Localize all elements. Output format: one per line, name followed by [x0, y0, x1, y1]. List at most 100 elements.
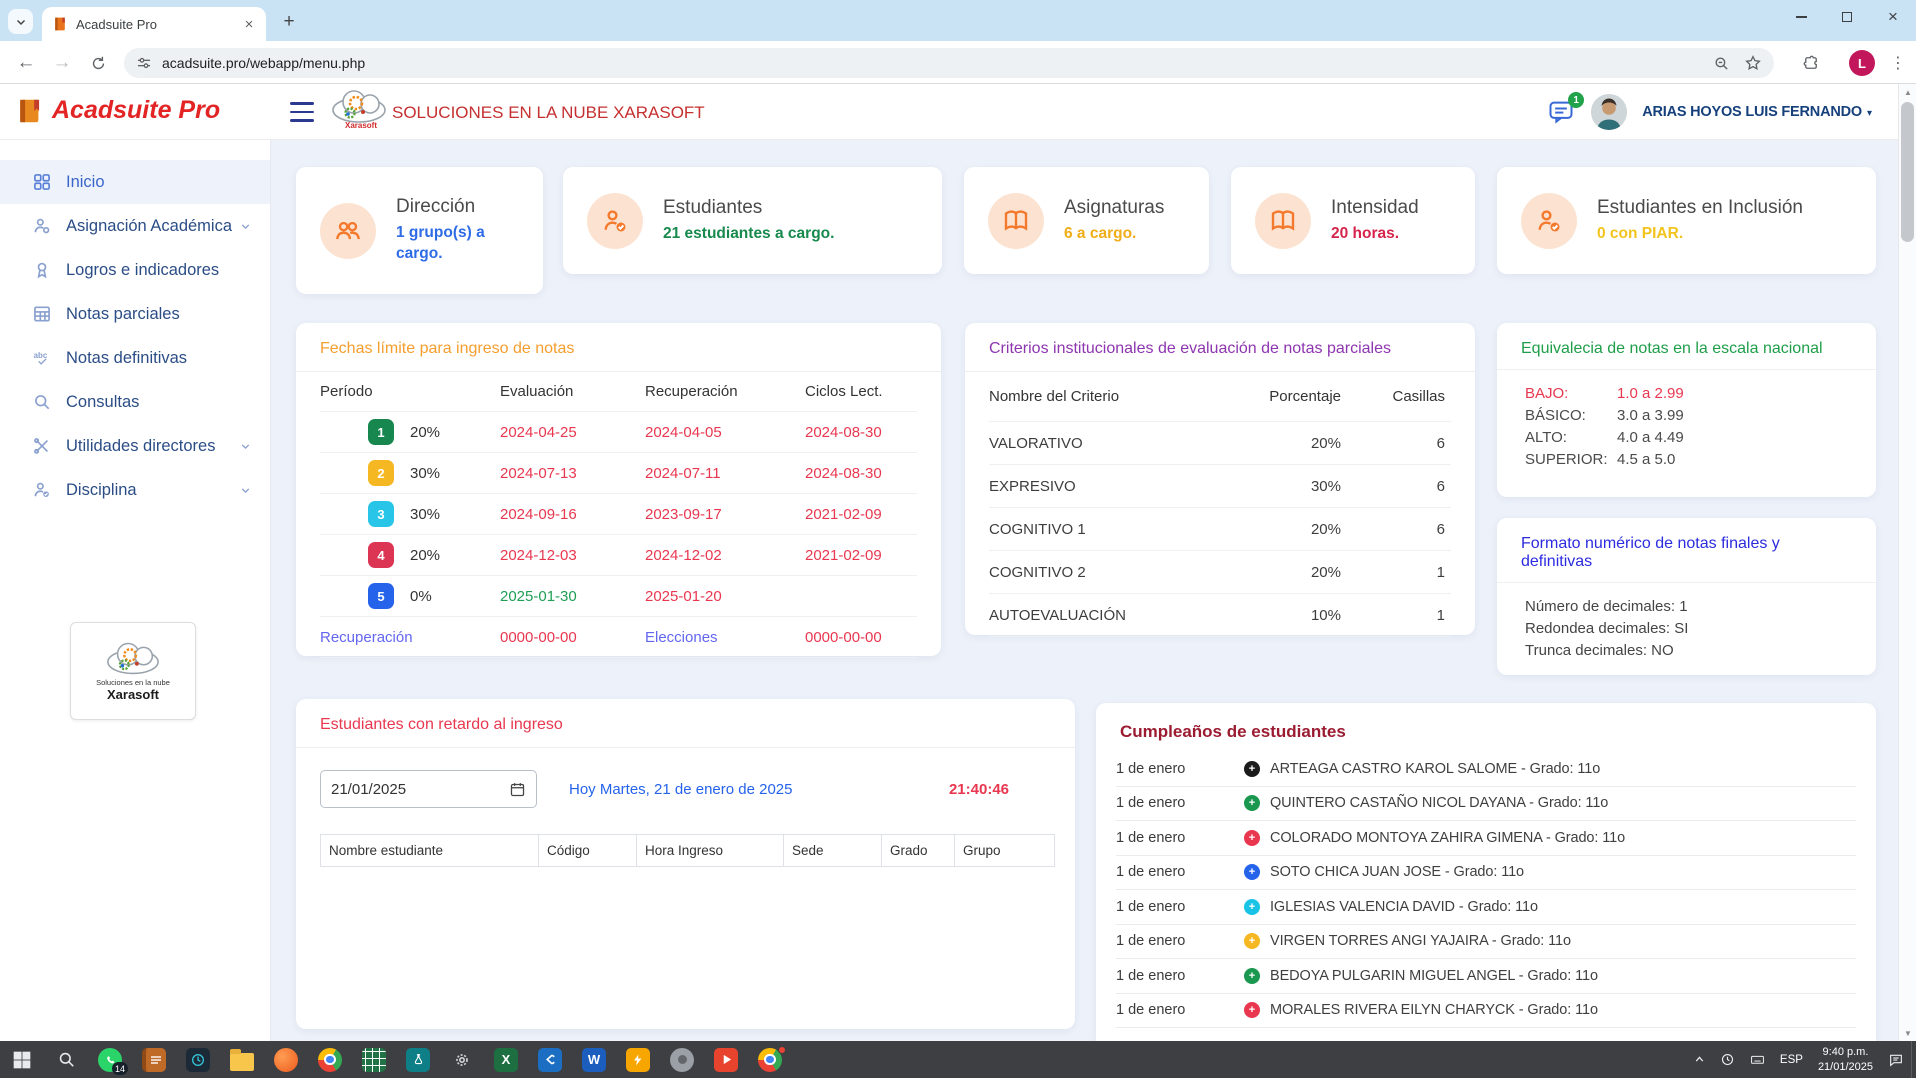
- action-center-icon[interactable]: [1881, 1041, 1911, 1078]
- browser-profile-button[interactable]: L: [1849, 50, 1875, 76]
- window-close-button[interactable]: ×: [1870, 0, 1916, 34]
- elecciones-link[interactable]: Elecciones: [645, 629, 805, 646]
- taskbar-search-button[interactable]: [44, 1041, 88, 1078]
- open-book-icon: [1255, 193, 1311, 249]
- taskbar-chrome-active-button[interactable]: [748, 1041, 792, 1078]
- brand-book-icon: [16, 97, 44, 125]
- screen: Acadsuite Pro × + × ← → acadsuite.pro/we…: [0, 0, 1916, 1078]
- bolt-app-icon: [626, 1048, 650, 1072]
- sidebar-item-label: Notas definitivas: [66, 349, 187, 368]
- criterion-name: EXPRESIVO: [989, 478, 1211, 495]
- user-avatar[interactable]: [1591, 94, 1627, 130]
- sidebar-item-asignacion-academica[interactable]: Asignación Académica: [0, 204, 270, 248]
- site-settings-icon[interactable]: [136, 55, 152, 71]
- sidebar-item-notas-definitivas[interactable]: abc Notas definitivas: [0, 336, 270, 380]
- app-logo[interactable]: Acadsuite Pro: [16, 96, 220, 125]
- sidebar-item-consultas[interactable]: Consultas: [0, 380, 270, 424]
- stat-title: Dirección: [396, 196, 516, 218]
- flask-app-icon: [406, 1048, 430, 1072]
- menu-hamburger-icon[interactable]: [290, 102, 314, 122]
- bookmark-star-icon[interactable]: [1744, 54, 1762, 72]
- page-scrollbar[interactable]: ▲ ▼: [1898, 84, 1916, 1041]
- sidebar: Inicio Asignación Académica Logros e ind…: [0, 140, 271, 1041]
- scale-row: BAJO:1.0 a 2.99: [1525, 382, 1848, 404]
- taskbar-app-button[interactable]: [352, 1041, 396, 1078]
- stat-card-asignaturas: Asignaturas 6 a cargo.: [964, 167, 1209, 274]
- show-desktop-button[interactable]: [1911, 1041, 1916, 1078]
- table-row: EXPRESIVO30%6: [989, 465, 1451, 508]
- windows-taskbar: 14 X W ESP 9:40 p.m. 21/01/2025: [0, 1041, 1916, 1078]
- xarasoft-logo-text: Xarasoft: [330, 121, 392, 130]
- column-header: Ciclos Lect.: [805, 383, 917, 400]
- evaluacion-date: 2024-07-13: [500, 465, 645, 482]
- chevron-down-icon: [239, 220, 252, 233]
- stat-value: 21 estudiantes a cargo.: [663, 224, 834, 245]
- caret-down-icon: ▾: [1867, 108, 1872, 119]
- url-text[interactable]: acadsuite.pro/webapp/menu.php: [162, 55, 1699, 71]
- table-row: AUTOEVALUACIÓN10%1: [989, 594, 1451, 637]
- tray-keyboard-icon[interactable]: [1742, 1041, 1773, 1078]
- taskbar-clock-app-button[interactable]: [176, 1041, 220, 1078]
- student-badge-icon: +: [1244, 933, 1260, 949]
- stat-card-estudiantes: Estudiantes 21 estudiantes a cargo.: [563, 167, 942, 274]
- person-gear-icon: [32, 216, 52, 236]
- scrollbar-down-arrow[interactable]: ▼: [1899, 1025, 1916, 1041]
- word-icon: W: [582, 1048, 606, 1072]
- scrollbar-thumb[interactable]: [1901, 102, 1914, 242]
- window-maximize-button[interactable]: [1824, 0, 1870, 34]
- user-menu[interactable]: ARIAS HOYOS LUIS FERNANDO▾: [1642, 103, 1872, 121]
- birthday-date: 1 de enero: [1116, 968, 1244, 984]
- messages-button[interactable]: 1: [1546, 98, 1576, 126]
- criterion-boxes: 6: [1341, 478, 1451, 495]
- birthday-date: 1 de enero: [1116, 761, 1244, 777]
- scale-label: ALTO:: [1525, 429, 1617, 446]
- panel-title: Equivalecia de notas en la escala nacion…: [1497, 323, 1876, 370]
- tab-search-button[interactable]: [8, 9, 33, 34]
- sidebar-item-inicio[interactable]: Inicio: [0, 160, 270, 204]
- taskbar-app-button[interactable]: [396, 1041, 440, 1078]
- tray-clock-icon[interactable]: [1713, 1041, 1742, 1078]
- tray-language-indicator[interactable]: ESP: [1773, 1041, 1810, 1078]
- new-tab-button[interactable]: +: [276, 9, 302, 35]
- date-input[interactable]: 21/01/2025: [320, 770, 537, 808]
- scrollbar-up-arrow[interactable]: ▲: [1899, 84, 1916, 100]
- sidebar-item-label: Inicio: [66, 173, 105, 192]
- extensions-icon[interactable]: [1797, 49, 1825, 77]
- sidebar-item-notas-parciales[interactable]: Notas parciales: [0, 292, 270, 336]
- forward-button[interactable]: →: [48, 49, 76, 77]
- taskbar-settings-button[interactable]: [440, 1041, 484, 1078]
- taskbar-whatsapp-button[interactable]: 14: [88, 1041, 132, 1078]
- taskbar-app-button[interactable]: [264, 1041, 308, 1078]
- taskbar-app-button[interactable]: [616, 1041, 660, 1078]
- taskbar-app-button[interactable]: [704, 1041, 748, 1078]
- tray-chevron-up-icon[interactable]: [1686, 1041, 1713, 1078]
- sidebar-item-disciplina[interactable]: Disciplina: [0, 468, 270, 512]
- tray-clock[interactable]: 9:40 p.m. 21/01/2025: [1810, 1045, 1881, 1074]
- calendar-icon[interactable]: [509, 781, 526, 798]
- address-bar[interactable]: acadsuite.pro/webapp/menu.php: [124, 48, 1774, 78]
- tab-close-icon[interactable]: ×: [240, 15, 258, 33]
- taskbar-vscode-button[interactable]: [528, 1041, 572, 1078]
- criterion-boxes: 6: [1341, 521, 1451, 538]
- start-button[interactable]: [0, 1041, 44, 1078]
- scale-label: BAJO:: [1525, 385, 1617, 402]
- sidebar-item-utilidades-directores[interactable]: Utilidades directores: [0, 424, 270, 468]
- taskbar-notebook-button[interactable]: [132, 1041, 176, 1078]
- window-minimize-button[interactable]: [1778, 0, 1824, 34]
- taskbar-chrome-button[interactable]: [308, 1041, 352, 1078]
- taskbar-word-button[interactable]: W: [572, 1041, 616, 1078]
- taskbar-excel-button[interactable]: X: [484, 1041, 528, 1078]
- back-button[interactable]: ←: [12, 49, 40, 77]
- sidebar-item-logros-e-indicadores[interactable]: Logros e indicadores: [0, 248, 270, 292]
- taskbar-app-button[interactable]: [660, 1041, 704, 1078]
- sidebar-item-label: Notas parciales: [66, 305, 180, 324]
- recuperacion-link[interactable]: Recuperación: [320, 629, 500, 646]
- browser-menu-icon[interactable]: ⋮: [1888, 49, 1908, 77]
- zoom-indicator-icon[interactable]: [1713, 55, 1730, 72]
- reload-button[interactable]: [84, 49, 112, 77]
- table-row: 420% 2024-12-03 2024-12-02 2021-02-09: [320, 535, 917, 576]
- browser-tab[interactable]: Acadsuite Pro ×: [42, 7, 266, 41]
- taskbar-file-explorer-button[interactable]: [220, 1041, 264, 1078]
- panel-title: Fechas límite para ingreso de notas: [296, 323, 941, 372]
- people-group-icon: [320, 203, 376, 259]
